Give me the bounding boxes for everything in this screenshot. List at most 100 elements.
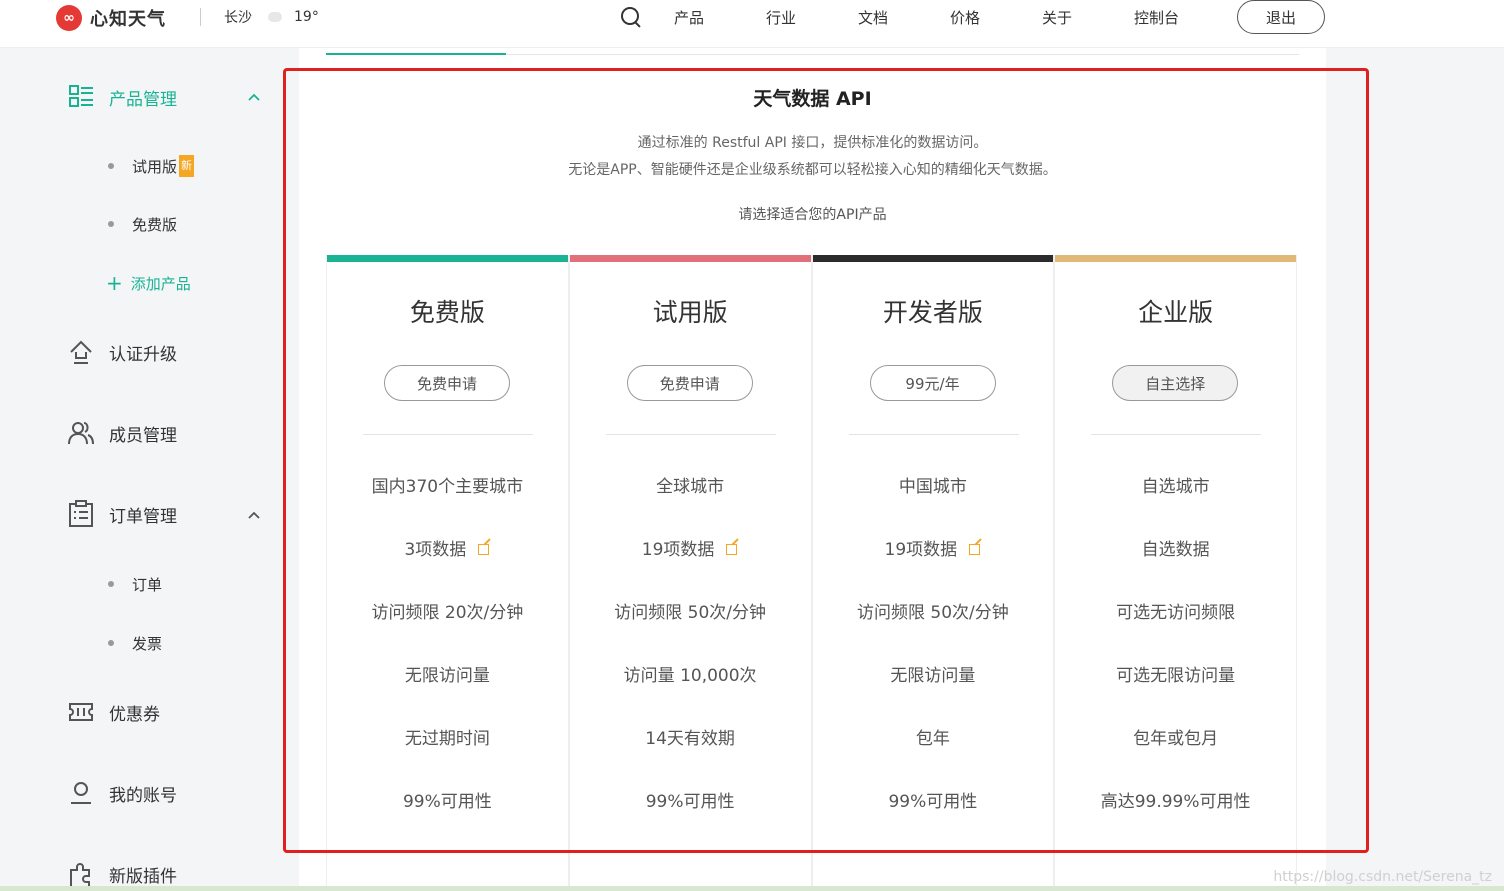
sidebar-item-label: 认证升级 (109, 344, 177, 365)
plan-feature: 19项数据 (813, 535, 1054, 560)
search-icon[interactable] (620, 6, 642, 28)
description-line-2: 无论是APP、智能硬件还是企业级系统都可以轻松接入心知的精细化天气数据。 (568, 162, 1057, 178)
sidebar-item-coupons[interactable]: 优惠券 (66, 697, 160, 727)
feature-text: 国内370个主要城市 (371, 477, 524, 497)
plan-name: 免费版 (409, 298, 485, 327)
sidebar-item-invoice[interactable]: 发票 (108, 632, 162, 654)
choose-prompt: 请选择适合您的API产品 (738, 207, 887, 223)
cloud-icon (264, 10, 286, 24)
sidebar-item-label: 成员管理 (109, 425, 177, 446)
watermark: https://blog.csdn.net/Serena_tz (1273, 869, 1492, 885)
sidebar-item-orders[interactable]: 订单 (108, 573, 162, 595)
plan-card-free: 免费版 免费申请 国内370个主要城市 3项数据 访问频限 20次/分钟 无限访… (326, 255, 569, 891)
feature-text[interactable]: 19项数据 (642, 535, 715, 560)
plan-feature: 无限访问量 (327, 661, 568, 686)
feature-text: 访问频限 50次/分钟 (614, 603, 766, 623)
plan-feature: 包年 (813, 724, 1054, 749)
add-product-button[interactable]: + 添加产品 (106, 272, 191, 294)
external-link-icon[interactable] (478, 542, 490, 555)
chevron-up-icon[interactable] (247, 90, 261, 104)
plan-card-developer: 开发者版 99元/年 中国城市 19项数据 访问频限 50次/分钟 无限访问量 … (811, 255, 1055, 891)
members-icon (66, 418, 96, 448)
feature-text: 99%可用性 (402, 792, 492, 812)
plan-feature: 访问频限 50次/分钟 (570, 598, 811, 623)
new-badge: 新 (179, 155, 195, 177)
plan-apply-button[interactable]: 免费申请 (626, 365, 753, 401)
feature-text: 自选数据 (1141, 540, 1210, 560)
bullet-dot (108, 221, 114, 227)
sidebar-item-label: 免费版 (132, 215, 178, 234)
plan-feature: 无过期时间 (327, 724, 568, 749)
feature-text: 包年或包月 (1133, 729, 1219, 749)
feature-text: 无限访问量 (404, 666, 490, 686)
order-icon (66, 499, 96, 529)
sidebar-item-cert-upgrade[interactable]: 认证升级 (66, 337, 177, 367)
plan-feature: 可选无限访问量 (1055, 661, 1296, 686)
user-icon (66, 778, 96, 808)
plan-feature: 自选数据 (1055, 535, 1296, 560)
feature-text: 99%可用性 (645, 792, 735, 812)
plan-apply-button[interactable]: 免费申请 (384, 365, 510, 401)
divider (363, 434, 533, 435)
plan-name: 试用版 (652, 298, 728, 327)
sidebar-item-free[interactable]: 免费版 (108, 213, 177, 235)
nav-pricing[interactable]: 价格 (950, 7, 1042, 28)
top-navbar: ∞ 心知天气 长沙 19° 产品 行业 文档 价格 关于 控制台 退出 (0, 0, 1504, 48)
plan-feature: 包年或包月 (1055, 724, 1296, 749)
plan-feature: 自选城市 (1055, 472, 1296, 497)
plan-feature: 访问频限 20次/分钟 (327, 598, 568, 623)
external-link-icon[interactable] (726, 542, 738, 555)
plan-feature: 99%可用性 (327, 787, 568, 812)
plus-icon: + (106, 271, 123, 295)
sidebar-item-plugin[interactable]: 新版插件 (66, 859, 177, 889)
plan-feature: 99%可用性 (813, 787, 1054, 812)
logo[interactable]: ∞ 心知天气 (56, 4, 166, 32)
plan-feature: 无限访问量 (813, 661, 1054, 686)
feature-text[interactable]: 19项数据 (885, 535, 958, 560)
feature-text: 可选无限访问量 (1116, 666, 1236, 686)
plan-feature: 3项数据 (327, 535, 568, 560)
plan-feature: 中国城市 (813, 472, 1054, 497)
main-content: 天气数据 API 通过标准的 Restful API 接口，提供标准化的数据访问… (299, 48, 1326, 891)
plan-feature: 14天有效期 (570, 724, 811, 749)
sidebar-item-label: 订单管理 (109, 506, 177, 527)
nav-docs[interactable]: 文档 (858, 7, 950, 28)
nav-products[interactable]: 产品 (674, 7, 766, 28)
chevron-up-icon[interactable] (247, 508, 261, 522)
product-list-icon (66, 82, 96, 112)
sidebar-item-label: 优惠券 (109, 704, 160, 725)
sidebar-item-account[interactable]: 我的账号 (66, 778, 177, 808)
plugin-icon (66, 859, 96, 889)
sidebar-item-product-management[interactable]: 产品管理 (66, 82, 177, 112)
nav-console[interactable]: 控制台 (1134, 7, 1226, 28)
nav-about[interactable]: 关于 (1042, 7, 1134, 28)
tab-divider (506, 54, 1299, 55)
sidebar-item-trial[interactable]: 试用版 新 (108, 155, 195, 177)
logout-button[interactable]: 退出 (1237, 0, 1325, 34)
feature-text: 自选城市 (1141, 477, 1210, 497)
plan-cards: 免费版 免费申请 国内370个主要城市 3项数据 访问频限 20次/分钟 无限访… (326, 255, 1297, 891)
upgrade-icon (66, 337, 96, 367)
plan-price-button[interactable]: 99元/年 (869, 365, 996, 401)
plan-feature: 全球城市 (570, 472, 811, 497)
feature-text: 中国城市 (898, 477, 967, 497)
plan-color-bar (1055, 255, 1296, 262)
temperature: 19° (294, 9, 319, 25)
plan-name: 开发者版 (882, 298, 983, 327)
add-product-label: 添加产品 (130, 274, 191, 293)
plan-select-button[interactable]: 自主选择 (1112, 365, 1239, 401)
sidebar-item-members[interactable]: 成员管理 (66, 418, 177, 448)
feature-text[interactable]: 3项数据 (404, 535, 466, 560)
external-link-icon[interactable] (969, 542, 981, 555)
divider (1091, 434, 1262, 435)
sidebar-item-label: 发票 (132, 634, 163, 653)
divider (605, 434, 776, 435)
plan-feature: 99%可用性 (570, 787, 811, 812)
logo-text: 心知天气 (90, 9, 166, 30)
plan-feature: 国内370个主要城市 (327, 472, 568, 497)
plan-card-enterprise: 企业版 自主选择 自选城市 自选数据 可选无访问频限 可选无限访问量 包年或包月… (1054, 255, 1297, 891)
feature-text: 包年 (915, 729, 950, 749)
nav-industry[interactable]: 行业 (766, 7, 858, 28)
sidebar-item-order-management[interactable]: 订单管理 (66, 499, 177, 529)
feature-text: 无过期时间 (404, 729, 490, 749)
